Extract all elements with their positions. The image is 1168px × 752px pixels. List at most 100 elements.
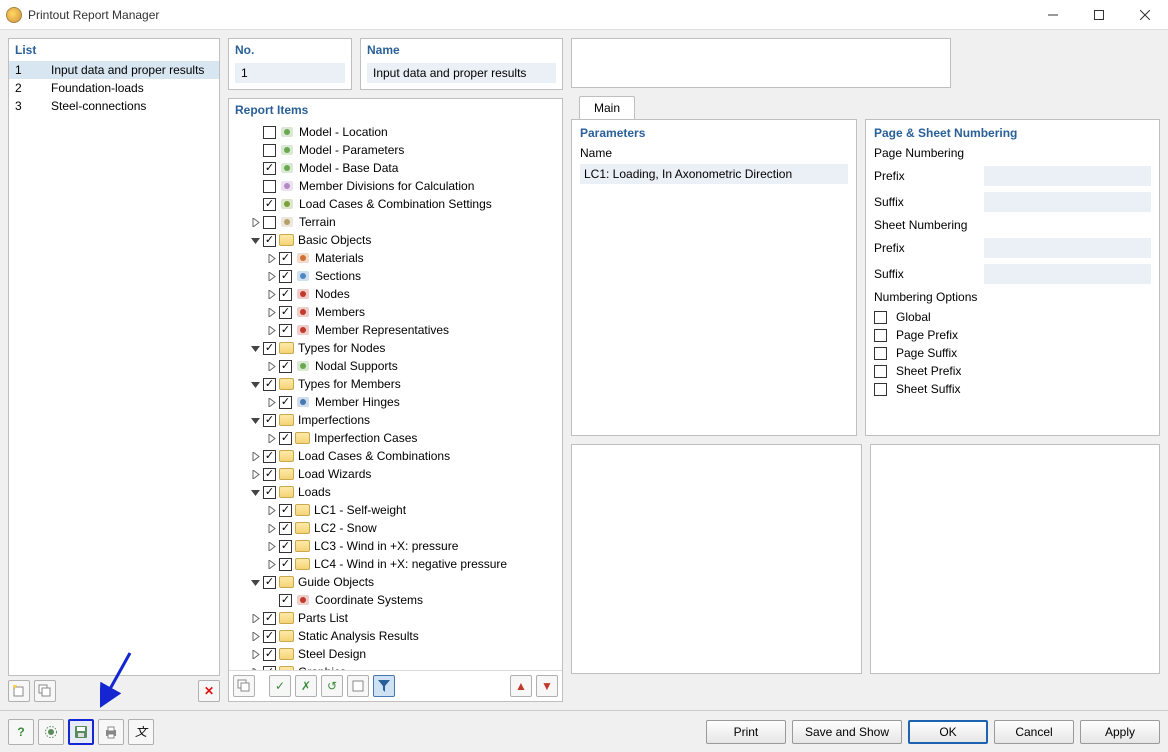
- save-template-button[interactable]: [68, 719, 94, 745]
- chevron-down-icon[interactable]: [249, 486, 261, 498]
- option-checkbox[interactable]: [874, 383, 887, 396]
- tree-checkbox[interactable]: [279, 540, 292, 553]
- tree-row[interactable]: Loads: [233, 483, 558, 501]
- chevron-down-icon[interactable]: [249, 234, 261, 246]
- tree-row[interactable]: Sections: [233, 267, 558, 285]
- filter-button[interactable]: [373, 675, 395, 697]
- tree-checkbox[interactable]: [263, 378, 276, 391]
- option-checkbox[interactable]: [874, 347, 887, 360]
- tree-row[interactable]: LC3 - Wind in +X: pressure: [233, 537, 558, 555]
- tree-row[interactable]: Member Divisions for Calculation: [233, 177, 558, 195]
- delete-report-button[interactable]: ✕: [198, 680, 220, 702]
- tree-checkbox[interactable]: [279, 594, 292, 607]
- tree-row[interactable]: Nodes: [233, 285, 558, 303]
- numbering-option[interactable]: Sheet Prefix: [874, 364, 1151, 378]
- tree-checkbox[interactable]: [279, 432, 292, 445]
- chevron-down-icon[interactable]: [249, 576, 261, 588]
- tree-row[interactable]: Load Wizards: [233, 465, 558, 483]
- chevron-down-icon[interactable]: [249, 414, 261, 426]
- tree-row[interactable]: Load Cases & Combinations: [233, 447, 558, 465]
- chevron-right-icon[interactable]: [249, 630, 261, 642]
- tree-checkbox[interactable]: [279, 270, 292, 283]
- chevron-right-icon[interactable]: [249, 216, 261, 228]
- tree-row[interactable]: Imperfection Cases: [233, 429, 558, 447]
- numbering-option[interactable]: Page Suffix: [874, 346, 1151, 360]
- apply-button[interactable]: Apply: [1080, 720, 1160, 744]
- tree-checkbox[interactable]: [279, 504, 292, 517]
- option-checkbox[interactable]: [874, 329, 887, 342]
- option-checkbox[interactable]: [874, 311, 887, 324]
- tree-row[interactable]: Coordinate Systems: [233, 591, 558, 609]
- chevron-right-icon[interactable]: [249, 450, 261, 462]
- tree-checkbox[interactable]: [279, 324, 292, 337]
- chevron-right-icon[interactable]: [265, 540, 277, 552]
- name-input[interactable]: [367, 63, 556, 83]
- tree-row[interactable]: Member Hinges: [233, 393, 558, 411]
- numbering-option[interactable]: Page Prefix: [874, 328, 1151, 342]
- tree-row[interactable]: Graphics: [233, 663, 558, 670]
- tree-checkbox[interactable]: [263, 576, 276, 589]
- tree-row[interactable]: Imperfections: [233, 411, 558, 429]
- tree-row[interactable]: Steel Design: [233, 645, 558, 663]
- sheet-prefix-input[interactable]: [984, 238, 1151, 258]
- tree-checkbox[interactable]: [263, 126, 276, 139]
- check-all-button[interactable]: ✓: [269, 675, 291, 697]
- tree-checkbox[interactable]: [263, 144, 276, 157]
- tree-row[interactable]: Model - Base Data: [233, 159, 558, 177]
- tree-checkbox[interactable]: [263, 414, 276, 427]
- save-and-show-button[interactable]: Save and Show: [792, 720, 902, 744]
- chevron-right-icon[interactable]: [265, 360, 277, 372]
- close-button[interactable]: [1122, 0, 1168, 30]
- maximize-button[interactable]: [1076, 0, 1122, 30]
- tree-row[interactable]: Model - Location: [233, 123, 558, 141]
- report-items-tree[interactable]: Model - LocationModel - ParametersModel …: [229, 121, 562, 670]
- chevron-right-icon[interactable]: [265, 396, 277, 408]
- ok-button[interactable]: OK: [908, 720, 988, 744]
- chevron-right-icon[interactable]: [265, 504, 277, 516]
- tree-checkbox[interactable]: [279, 522, 292, 535]
- chevron-right-icon[interactable]: [249, 648, 261, 660]
- tree-checkbox[interactable]: [263, 342, 276, 355]
- move-down-button[interactable]: ▼: [536, 675, 558, 697]
- no-input[interactable]: [235, 63, 345, 83]
- list-row[interactable]: 3Steel-connections: [9, 97, 219, 115]
- chevron-right-icon[interactable]: [249, 468, 261, 480]
- tree-checkbox[interactable]: [263, 612, 276, 625]
- paste-button[interactable]: [347, 675, 369, 697]
- chevron-right-icon[interactable]: [265, 288, 277, 300]
- tree-row[interactable]: Terrain: [233, 213, 558, 231]
- tree-row[interactable]: Static Analysis Results: [233, 627, 558, 645]
- uncheck-all-button[interactable]: ✗: [295, 675, 317, 697]
- chevron-down-icon[interactable]: [249, 342, 261, 354]
- minimize-button[interactable]: [1030, 0, 1076, 30]
- print-setup-button[interactable]: [98, 719, 124, 745]
- copy-report-button[interactable]: [34, 680, 56, 702]
- chevron-down-icon[interactable]: [249, 378, 261, 390]
- tree-checkbox[interactable]: [263, 180, 276, 193]
- tree-row[interactable]: Model - Parameters: [233, 141, 558, 159]
- tree-row[interactable]: Member Representatives: [233, 321, 558, 339]
- list-row[interactable]: 1Input data and proper results: [9, 61, 219, 79]
- tree-checkbox[interactable]: [263, 234, 276, 247]
- tree-row[interactable]: Nodal Supports: [233, 357, 558, 375]
- help-button[interactable]: ?: [8, 719, 34, 745]
- language-button[interactable]: 文: [128, 719, 154, 745]
- tree-checkbox[interactable]: [263, 630, 276, 643]
- new-report-button[interactable]: [8, 680, 30, 702]
- tree-checkbox[interactable]: [263, 468, 276, 481]
- tree-checkbox[interactable]: [279, 306, 292, 319]
- tree-checkbox[interactable]: [279, 252, 292, 265]
- tree-row[interactable]: Members: [233, 303, 558, 321]
- settings-button[interactable]: [38, 719, 64, 745]
- numbering-option[interactable]: Global: [874, 310, 1151, 324]
- tree-row[interactable]: Guide Objects: [233, 573, 558, 591]
- chevron-right-icon[interactable]: [265, 558, 277, 570]
- list-row[interactable]: 2Foundation-loads: [9, 79, 219, 97]
- tree-checkbox[interactable]: [263, 198, 276, 211]
- option-checkbox[interactable]: [874, 365, 887, 378]
- parameters-value-row[interactable]: LC1: Loading, In Axonometric Direction: [580, 164, 848, 184]
- tree-row[interactable]: LC4 - Wind in +X: negative pressure: [233, 555, 558, 573]
- move-up-button[interactable]: ▲: [510, 675, 532, 697]
- tree-checkbox[interactable]: [279, 396, 292, 409]
- tree-row[interactable]: LC1 - Self-weight: [233, 501, 558, 519]
